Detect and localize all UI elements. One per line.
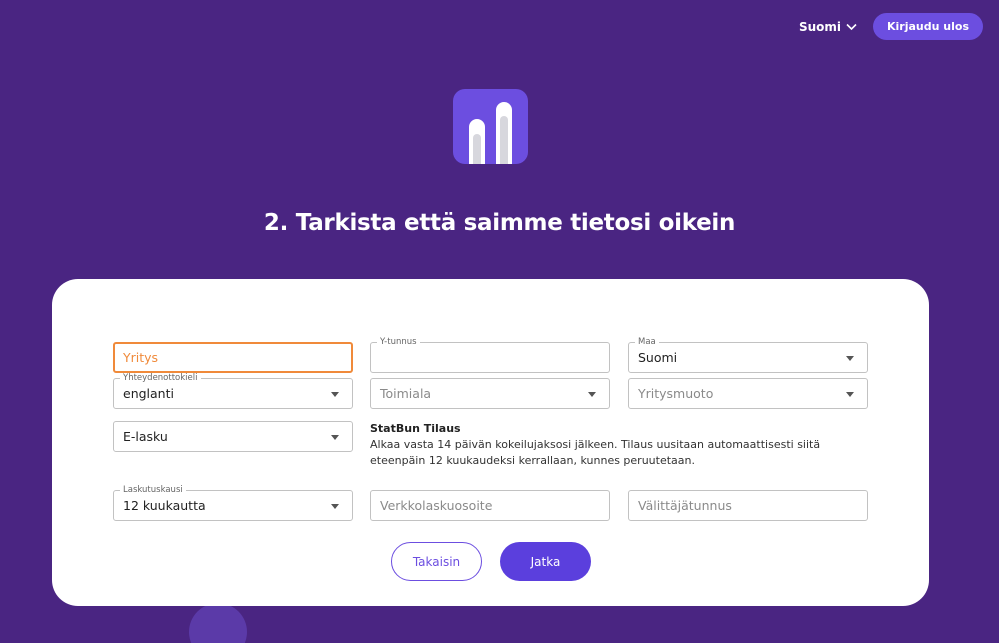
company-form-placeholder: Yritysmuoto [638,386,714,401]
company-input[interactable]: Yritys [113,342,353,373]
language-label: Suomi [798,19,842,34]
dropdown-arrow-icon [331,392,339,397]
billing-period-select[interactable]: Laskutuskausi 12 kuukautta [113,485,353,521]
dropdown-arrow-icon [588,392,596,397]
subscription-title: StatBun Tilaus [370,422,461,435]
company-placeholder: Yritys [123,350,159,365]
country-value: Suomi [638,350,678,365]
decorative-circle [189,603,247,643]
industry-select[interactable]: Toimiala [370,378,610,409]
form-card: Yritys Y-tunnus Maa Suomi Yhteydenottoki… [52,279,929,606]
e-invoice-address-input[interactable]: Verkkolaskuosoite [370,490,610,521]
operator-id-placeholder: Välittäjätunnus [638,498,732,513]
country-select[interactable]: Maa Suomi [628,337,868,373]
dropdown-arrow-icon [846,356,854,361]
company-form-select[interactable]: Yritysmuoto [628,378,868,409]
business-id-input[interactable]: Y-tunnus [370,337,610,373]
country-label: Maa [635,337,659,347]
continue-button[interactable]: Jatka [500,542,591,581]
dropdown-arrow-icon [846,392,854,397]
billing-period-label: Laskutuskausi [120,485,186,495]
dropdown-arrow-icon [331,504,339,509]
back-button[interactable]: Takaisin [391,542,482,581]
invoice-type-value: E-lasku [123,429,168,444]
industry-placeholder: Toimiala [380,386,432,401]
dropdown-arrow-icon [331,435,339,440]
e-invoice-address-placeholder: Verkkolaskuosoite [380,498,493,513]
top-bar: Suomi Kirjaudu ulos [799,13,983,40]
contact-language-label: Yhteydenottokieli [120,373,201,383]
business-id-label: Y-tunnus [377,337,420,347]
page-title: 2. Tarkista että saimme tietosi oikein [263,210,736,236]
invoice-type-select[interactable]: E-lasku [113,421,353,452]
bar-chart-logo-icon [469,102,512,164]
statbun-logo [453,89,528,164]
language-selector[interactable]: Suomi [799,20,857,34]
logout-button[interactable]: Kirjaudu ulos [873,13,983,40]
billing-period-value: 12 kuukautta [123,498,206,513]
contact-language-select[interactable]: Yhteydenottokieli englanti [113,373,353,409]
chevron-down-icon [846,23,857,30]
operator-id-input[interactable]: Välittäjätunnus [628,490,868,521]
subscription-description: Alkaa vasta 14 päivän kokeilujaksosi jäl… [370,438,821,467]
contact-language-value: englanti [123,386,174,401]
